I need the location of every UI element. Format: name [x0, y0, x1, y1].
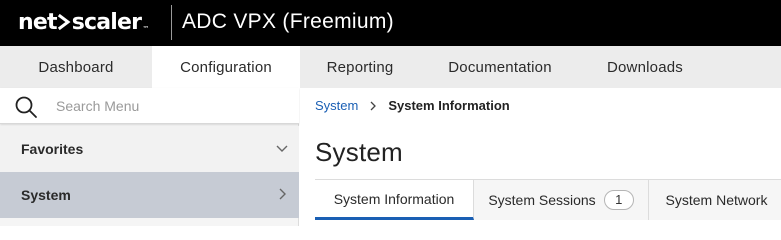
sub-tabs: System Information System Sessions 1 Sys… [315, 179, 781, 220]
tab-documentation[interactable]: Documentation [420, 46, 580, 88]
main-nav: Dashboard Configuration Reporting Docume… [0, 46, 781, 88]
brand-trademark: ™ [142, 25, 149, 33]
content-area: System System Information System System … [300, 88, 781, 226]
tab-configuration[interactable]: Configuration [152, 46, 300, 88]
brand-text-right: scaler [71, 9, 142, 35]
tab-label: Dashboard [38, 58, 114, 76]
tab-system-information[interactable]: System Information [315, 180, 474, 220]
tab-system-network[interactable]: System Network [649, 180, 781, 220]
brand-text-left: net [18, 9, 57, 35]
product-title: ADC VPX (Freemium) [182, 10, 394, 33]
netscaler-logo[interactable]: net scaler ™ [18, 9, 149, 35]
tab-label: Downloads [606, 58, 683, 76]
top-header: net scaler ™ ADC VPX (Freemium) [0, 0, 781, 46]
sidebar-item-system[interactable]: System [0, 172, 299, 218]
breadcrumb-current: System Information [388, 98, 510, 113]
search-icon[interactable] [14, 95, 38, 119]
header-divider [171, 5, 172, 40]
breadcrumb-separator-icon [370, 101, 377, 110]
breadcrumb-link-system[interactable]: System [315, 98, 358, 113]
tab-reporting[interactable]: Reporting [300, 46, 420, 88]
tab-downloads[interactable]: Downloads [580, 46, 710, 88]
tab-label: Documentation [448, 58, 552, 76]
tab-dashboard[interactable]: Dashboard [0, 46, 152, 88]
sidebar: Favorites System [0, 88, 299, 226]
sidebar-item-label: Favorites [21, 141, 84, 157]
sidebar-item-label: System [21, 187, 71, 203]
sidebar-item-favorites[interactable]: Favorites [0, 126, 299, 172]
brand-chevron-icon [57, 13, 71, 31]
search-bar [0, 88, 299, 124]
count-badge: 1 [603, 190, 634, 210]
page-title: System [315, 137, 403, 167]
breadcrumb: System System Information [315, 98, 510, 113]
tab-label: Configuration [180, 58, 272, 76]
chevron-down-icon [276, 145, 288, 152]
tab-label: Reporting [326, 58, 394, 76]
search-input[interactable] [56, 94, 286, 118]
tab-label: System Sessions [488, 192, 596, 208]
tab-label: System Information [333, 190, 455, 207]
chevron-right-icon [279, 188, 286, 200]
tab-label: System Network [665, 192, 768, 208]
tab-system-sessions[interactable]: System Sessions 1 [474, 180, 649, 220]
